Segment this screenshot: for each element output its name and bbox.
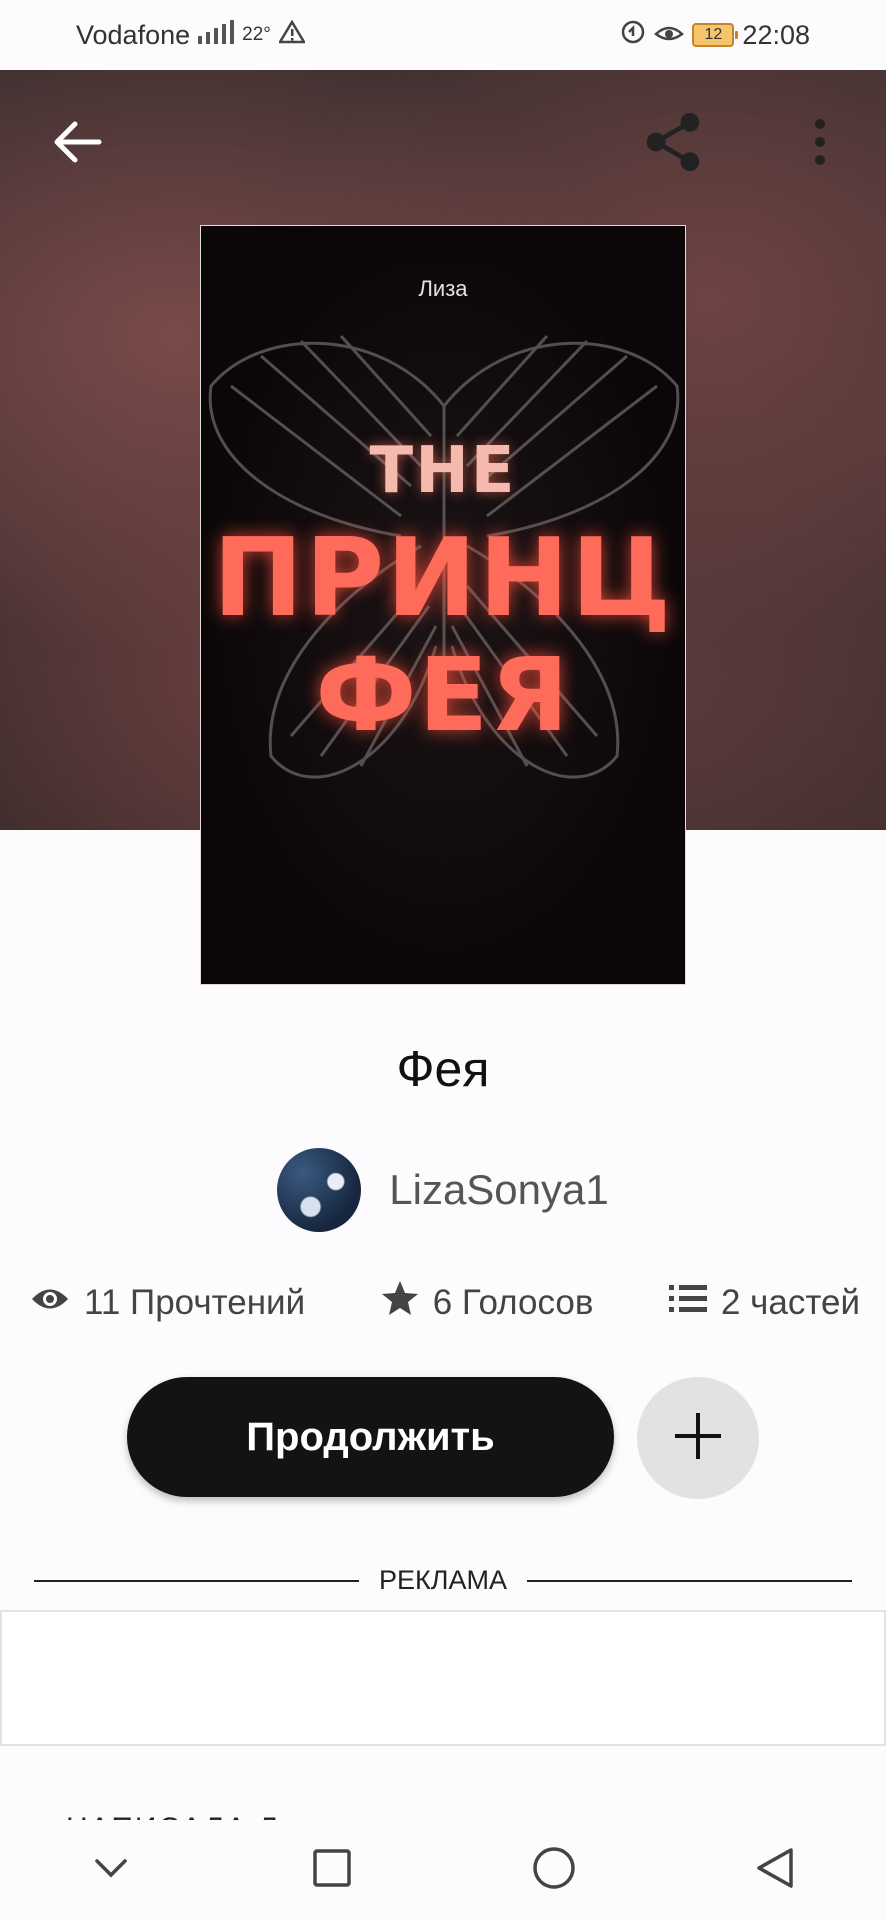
nav-back-button[interactable] bbox=[735, 1830, 815, 1910]
square-icon bbox=[312, 1848, 352, 1893]
reads-count: 11 Прочтений bbox=[84, 1282, 306, 1322]
ad-banner[interactable] bbox=[0, 1610, 886, 1746]
add-to-library-button[interactable] bbox=[637, 1377, 759, 1499]
warning-icon bbox=[277, 19, 307, 51]
divider bbox=[34, 1579, 360, 1582]
eye-icon bbox=[30, 1283, 70, 1323]
reads-stat: 11 Прочтений bbox=[30, 1283, 305, 1323]
status-right: 12 22:08 bbox=[620, 19, 810, 52]
share-icon[interactable] bbox=[643, 112, 703, 172]
parts-count[interactable]: 2 частей bbox=[721, 1283, 860, 1323]
book-cover[interactable]: Лиза THE ПРИНЦ ФЕЯ bbox=[200, 225, 686, 985]
divider bbox=[527, 1579, 853, 1582]
status-bar: Vodafone 22° 12 22:08 bbox=[0, 0, 886, 70]
more-vertical-icon[interactable] bbox=[790, 112, 850, 172]
data-saver-icon bbox=[620, 19, 646, 52]
nav-recents-button[interactable] bbox=[292, 1830, 372, 1910]
votes-count: 6 Голосов bbox=[432, 1282, 594, 1322]
book-stats: 11 Прочтений 6 Голосов 2 частей bbox=[30, 1280, 860, 1325]
chevron-down-icon bbox=[94, 1858, 128, 1883]
plus-icon bbox=[675, 1412, 721, 1464]
star-icon bbox=[381, 1280, 419, 1325]
back-arrow-icon[interactable] bbox=[48, 112, 108, 172]
nav-home-button[interactable] bbox=[514, 1830, 594, 1910]
clock: 22:08 bbox=[742, 19, 810, 50]
triangle-back-icon bbox=[755, 1846, 795, 1895]
parts-stat[interactable]: 2 частей bbox=[668, 1283, 860, 1323]
temperature: 22° bbox=[242, 24, 271, 45]
signal-icon bbox=[198, 19, 235, 51]
ad-label: РЕКЛАМА bbox=[379, 1565, 507, 1595]
cover-title-line-2: ПРИНЦ bbox=[212, 516, 674, 641]
cover-title-line-3: ФЕЯ bbox=[315, 636, 571, 755]
carrier-name: Vodafone bbox=[76, 19, 191, 50]
votes-stat: 6 Голосов bbox=[381, 1280, 594, 1325]
author-link[interactable]: LizaSonya1 bbox=[0, 1148, 886, 1232]
system-nav-bar bbox=[0, 1820, 886, 1920]
ad-header: РЕКЛАМА bbox=[34, 1565, 853, 1596]
avatar[interactable] bbox=[277, 1148, 362, 1232]
circle-icon bbox=[532, 1846, 576, 1895]
book-title: Фея bbox=[396, 1041, 490, 1097]
list-icon bbox=[668, 1283, 707, 1323]
continue-reading-button[interactable]: Продолжить bbox=[127, 1377, 614, 1497]
nav-collapse-button[interactable] bbox=[71, 1830, 151, 1910]
status-left: Vodafone 22° bbox=[76, 19, 307, 51]
author-name[interactable]: LizaSonya1 bbox=[389, 1166, 609, 1214]
cover-title-line-1: THE bbox=[369, 434, 517, 508]
eye-comfort-icon bbox=[654, 20, 685, 51]
cover-author: Лиза bbox=[418, 276, 468, 301]
battery-icon: 12 bbox=[692, 23, 739, 47]
